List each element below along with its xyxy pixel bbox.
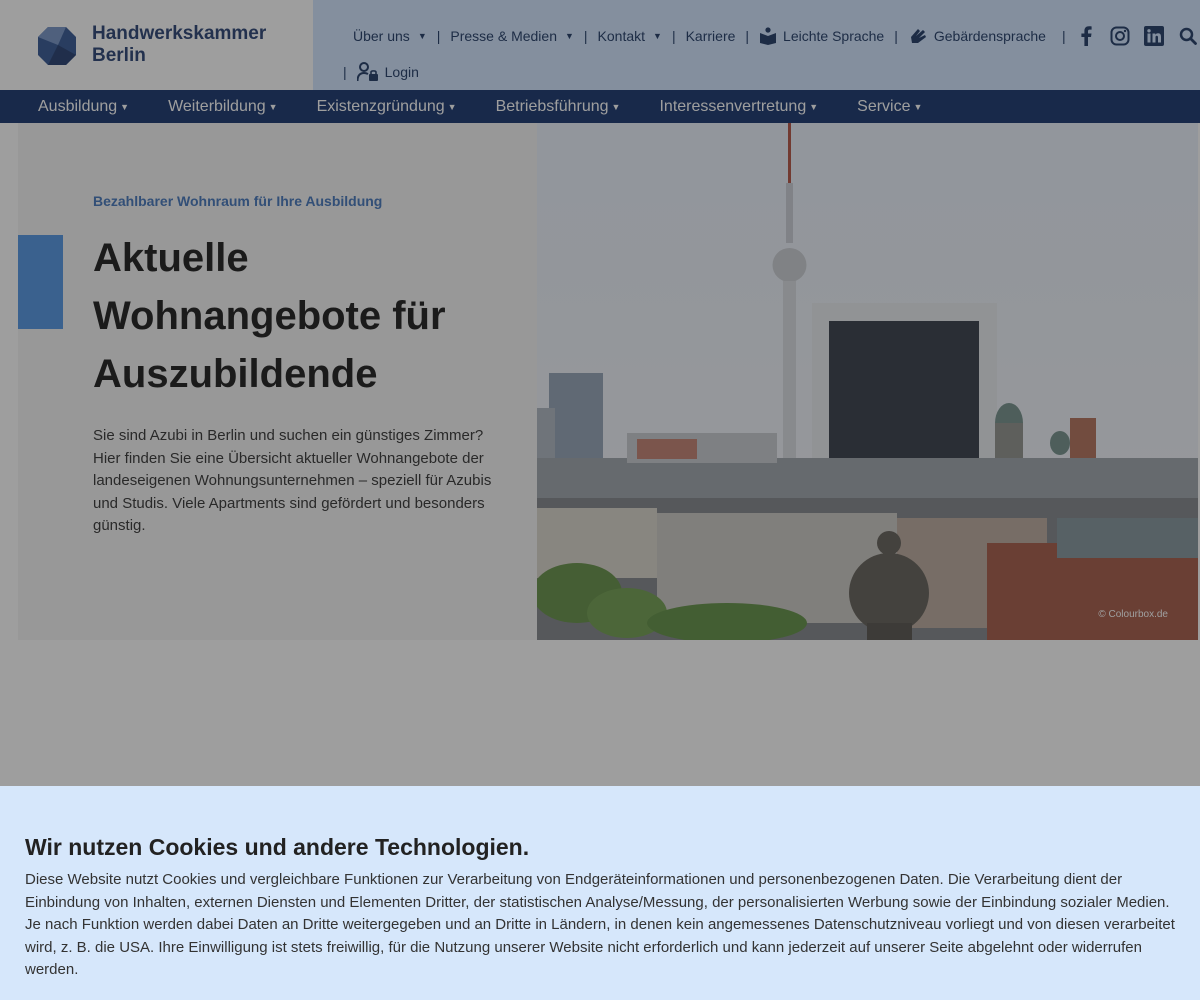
image-credit: © Colourbox.de — [1098, 609, 1168, 620]
facebook-icon[interactable] — [1076, 26, 1096, 46]
separator: | — [1061, 28, 1066, 44]
hero-text-panel: Bezahlbarer Wohnraum für Ihre Ausbildung… — [18, 123, 537, 640]
caret-down-icon: ▼ — [653, 31, 662, 41]
login-row: | Login — [343, 62, 429, 82]
meta-nav-gebaerdensprache[interactable]: Gebärdensprache — [898, 27, 1056, 45]
caret-down-icon: ▼ — [268, 101, 278, 112]
cookie-banner-text: Diese Website nutzt Cookies und vergleic… — [25, 871, 1175, 978]
caret-down-icon: ▼ — [809, 101, 819, 112]
nav-item-label: Betriebsführung — [495, 97, 609, 115]
nav-item-weiterbildung[interactable]: Weiterbildung ▼ — [168, 98, 277, 116]
caret-down-icon: ▼ — [447, 101, 457, 112]
instagram-icon[interactable] — [1110, 26, 1130, 46]
cookie-banner: Wir nutzen Cookies und andere Technologi… — [0, 786, 1200, 1000]
nav-item-existenzgruendung[interactable]: Existenzgründung ▼ — [317, 98, 457, 116]
linkedin-icon[interactable] — [1143, 26, 1164, 46]
nav-item-ausbildung[interactable]: Ausbildung ▼ — [38, 98, 129, 116]
caret-down-icon: ▼ — [120, 101, 130, 112]
caret-down-icon: ▼ — [611, 101, 621, 112]
meta-nav-leichte-sprache[interactable]: Leichte Sprache — [749, 27, 894, 45]
caret-down-icon: ▼ — [564, 31, 574, 41]
accent-bar — [18, 235, 63, 329]
berlin-skyline-image: © Colourbox.de — [537, 123, 1198, 640]
nav-item-label: Ausbildung — [38, 97, 118, 115]
caret-down-icon: ▼ — [913, 101, 923, 112]
hero-description: Sie sind Azubi in Berlin und suchen ein … — [93, 427, 492, 534]
brand-name: Handwerkskammer Berlin — [92, 23, 266, 67]
cookie-banner-title: Wir nutzen Cookies und andere Technologi… — [25, 834, 530, 860]
meta-nav-presse[interactable]: Presse & Medien ▼ — [440, 28, 584, 44]
book-reader-icon — [760, 27, 777, 45]
meta-nav-label: Presse & Medien — [450, 28, 557, 44]
brand-line-2: Berlin — [92, 45, 146, 66]
meta-nav-label: Gebärdensprache — [933, 28, 1046, 44]
nav-item-label: Interessenvertretung — [659, 97, 807, 115]
hero-teaser: Bezahlbarer Wohnraum für Ihre Ausbildung… — [18, 123, 1198, 640]
meta-navigation: Über uns ▼ | Presse & Medien ▼ | Kontakt ▼ … — [313, 0, 1200, 90]
meta-nav-ueber-uns[interactable]: Über uns ▼ — [343, 28, 437, 44]
nav-item-service[interactable]: Service ▼ — [857, 98, 922, 116]
meta-nav-kontakt[interactable]: Kontakt ▼ — [588, 28, 672, 44]
meta-nav-label: Karriere — [685, 28, 736, 44]
skyline-illustration — [537, 123, 1198, 640]
meta-nav-karriere[interactable]: Karriere — [676, 28, 746, 44]
hero-kicker: Bezahlbarer Wohnraum für Ihre Ausbildung — [93, 193, 383, 209]
site-header: Handwerkskammer Berlin Über uns ▼ | Press… — [0, 0, 1200, 90]
login-link[interactable]: Login — [347, 62, 429, 82]
logo-icon — [38, 27, 76, 65]
meta-nav-label: Über uns — [353, 28, 410, 44]
brand-line-1: Handwerkskammer — [92, 23, 267, 44]
search-icon[interactable] — [1178, 26, 1198, 46]
meta-nav-label: Kontakt — [597, 28, 646, 44]
nav-item-label: Service — [857, 97, 911, 115]
nav-item-interessenvertretung[interactable]: Interessenvertretung ▼ — [659, 98, 818, 116]
main-navigation: Ausbildung ▼ Weiterbildung ▼ Existenzgründ… — [0, 90, 1200, 123]
nav-item-betriebsfuehrung[interactable]: Betriebsführung ▼ — [496, 98, 621, 116]
caret-down-icon: ▼ — [417, 31, 427, 41]
page-title: Aktuelle Wohnangebote für Auszubildende — [93, 236, 446, 396]
sign-language-icon — [910, 29, 926, 43]
user-lock-icon — [356, 62, 378, 82]
login-label: Login — [384, 64, 419, 80]
social-links — [1076, 26, 1198, 46]
nav-item-label: Weiterbildung — [168, 97, 266, 115]
nav-item-label: Existenzgründung — [316, 97, 445, 115]
logo-area[interactable]: Handwerkskammer Berlin — [0, 0, 313, 90]
meta-nav-label: Leichte Sprache — [783, 28, 885, 44]
meta-nav-row: Über uns ▼ | Presse & Medien ▼ | Kontakt ▼ … — [343, 26, 1198, 46]
